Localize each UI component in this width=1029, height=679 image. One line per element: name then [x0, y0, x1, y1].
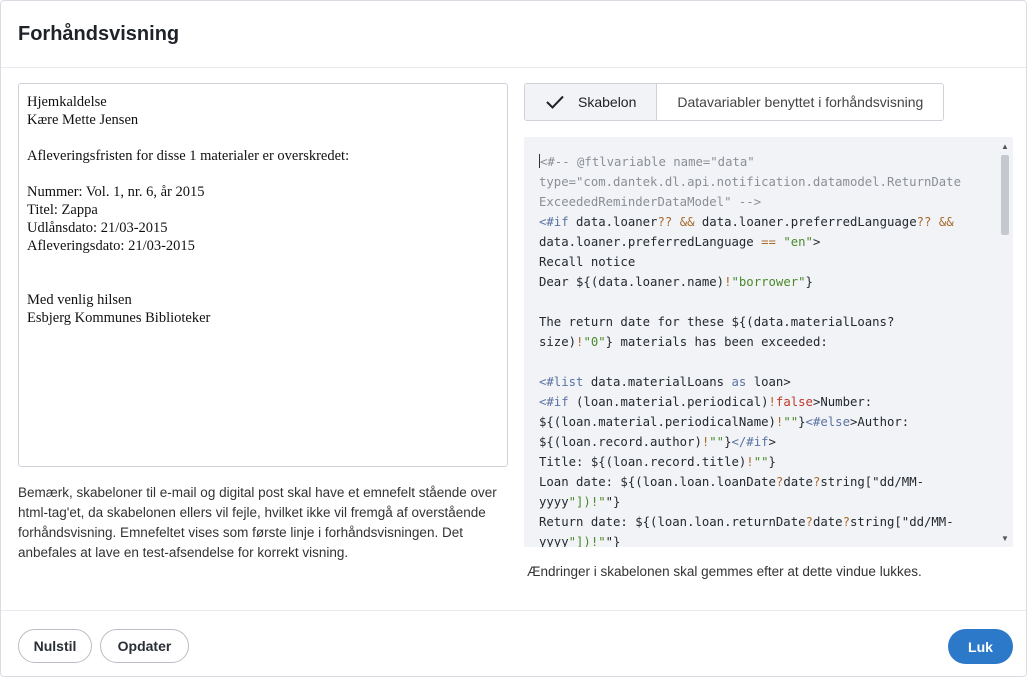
preview-line: Afleveringsfristen for disse 1 materiale…	[27, 148, 350, 164]
preview-line	[27, 255, 499, 273]
code-line: ExceededReminderDataModel" -->	[539, 195, 762, 209]
preview-line	[27, 273, 499, 291]
preview-line: Afleveringsdato: 21/03-2015	[27, 238, 195, 254]
code-line: Recall notice	[539, 255, 636, 269]
scroll-thumb[interactable]	[1001, 155, 1009, 235]
code-line: <#if (loan.material.periodical)!false>Nu…	[539, 395, 873, 409]
dialog-footer: Nulstil Opdater Luk	[1, 610, 1026, 679]
code-line: size)!"0"} materials has been exceeded:	[539, 335, 828, 349]
dialog-title: Forhåndsvisning	[18, 23, 180, 45]
preview-output: Hjemkaldelse Kære Mette Jensen Afleverin…	[18, 83, 508, 467]
preview-line: Med venlig hilsen	[27, 292, 132, 308]
update-button[interactable]: Opdater	[100, 629, 189, 663]
code-scrollbar[interactable]: ▲ ▼	[997, 137, 1013, 547]
preview-line	[27, 165, 499, 183]
preview-line: Esbjerg Kommunes Biblioteker	[27, 310, 211, 326]
code-line: Dear ${(data.loaner.name)!"borrower"}	[539, 275, 813, 289]
check-icon	[546, 95, 564, 109]
code-line: type="com.dantek.dl.api.notification.dat…	[539, 175, 961, 189]
preview-line: Titel: Zappa	[27, 202, 98, 218]
dialog-header: Forhåndsvisning	[1, 1, 1026, 68]
preview-dialog: Forhåndsvisning Hjemkaldelse Kære Mette …	[0, 0, 1027, 677]
tab-template-label: Skabelon	[578, 94, 637, 110]
preview-line	[27, 129, 499, 147]
code-line: data.loaner.preferredLanguage == "en">	[539, 235, 821, 249]
code-line: <#if data.loaner?? && data.loaner.prefer…	[539, 215, 954, 229]
scroll-up-icon[interactable]: ▲	[997, 139, 1013, 153]
code-line: The return date for these ${(data.materi…	[539, 315, 895, 329]
code-line: ${(loan.record.author)!""}</#if>	[539, 435, 776, 449]
code-line: ${(loan.material.periodicalName)!""}<#el…	[539, 415, 910, 429]
subject-field-note: Bemærk, skabeloner til e-mail og digital…	[18, 485, 497, 560]
template-editor[interactable]: <#-- @ftlvariable name="data" type="com.…	[524, 137, 1013, 547]
template-code[interactable]: <#-- @ftlvariable name="data" type="com.…	[539, 152, 989, 547]
code-line: yyyy"])!""}	[539, 495, 621, 509]
preview-line: Udlånsdato: 21/03-2015	[27, 220, 168, 236]
code-line: Title: ${(loan.record.title)!""}	[539, 455, 776, 469]
code-line: Return date: ${(loan.loan.returnDate?dat…	[539, 515, 954, 529]
preview-line: Nummer: Vol. 1, nr. 6, år 2015	[27, 184, 205, 200]
reset-button[interactable]: Nulstil	[18, 629, 92, 663]
tab-template[interactable]: Skabelon	[525, 84, 658, 120]
tab-data-variables[interactable]: Datavariabler benyttet i forhåndsvisning	[657, 84, 944, 120]
preview-line: Hjemkaldelse	[27, 94, 107, 110]
preview-line: Kære Mette Jensen	[27, 112, 139, 128]
scroll-down-icon[interactable]: ▼	[997, 531, 1013, 545]
save-note: Ændringer i skabelonen skal gemmes efter…	[527, 564, 922, 579]
code-line: <#-- @ftlvariable name="data"	[539, 154, 755, 169]
template-tabs: Skabelon Datavariabler benyttet i forhån…	[524, 83, 945, 121]
code-line: yyyy"])!""}	[539, 535, 621, 547]
code-line: <#list data.materialLoans as loan>	[539, 375, 791, 389]
tab-data-variables-label: Datavariabler benyttet i forhåndsvisning	[677, 94, 924, 110]
code-line: Loan date: ${(loan.loan.loanDate?date?st…	[539, 475, 925, 489]
close-button[interactable]: Luk	[948, 629, 1013, 664]
